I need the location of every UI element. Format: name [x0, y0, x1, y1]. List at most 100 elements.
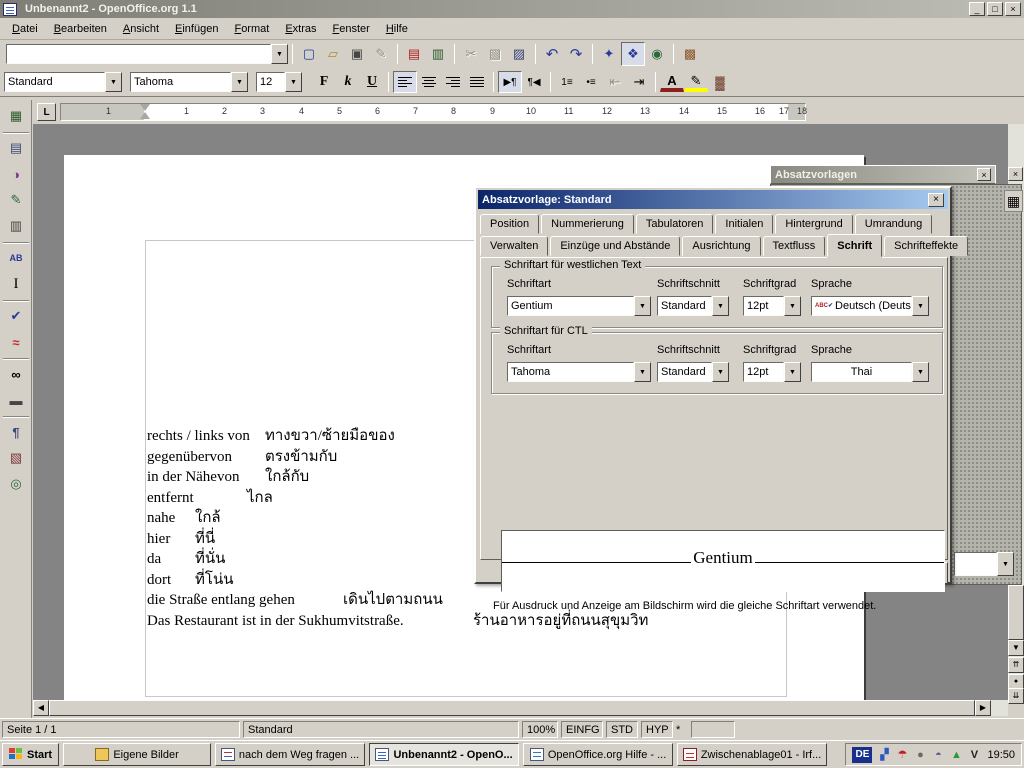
previous-page-icon[interactable]: ⇈: [1008, 657, 1024, 673]
print-icon[interactable]: ▥: [426, 42, 450, 66]
messenger-icon[interactable]: V: [966, 749, 982, 761]
tab-position[interactable]: Position: [480, 214, 539, 234]
save-icon[interactable]: ▣: [345, 42, 369, 66]
ctl-language-combobox[interactable]: Thai ▼: [811, 362, 929, 382]
graphics-toggle-icon[interactable]: ▧: [4, 446, 28, 470]
italic-icon[interactable]: k: [336, 71, 360, 93]
open-icon[interactable]: ▱: [321, 42, 345, 66]
western-language-combobox[interactable]: ABC✔ Deutsch (Deutsc ▼: [811, 296, 929, 316]
next-page-icon[interactable]: ⇊: [1008, 688, 1024, 704]
update-icon[interactable]: ▲: [948, 749, 964, 761]
menu-fenster[interactable]: Fenster: [325, 20, 378, 38]
horizontal-scrollbar[interactable]: ◀ ▶: [33, 700, 1008, 716]
menu-hilfe[interactable]: Hilfe: [378, 20, 416, 38]
insert-objects-icon[interactable]: ◑: [4, 162, 28, 186]
dropdown-icon[interactable]: ▼: [784, 296, 801, 316]
tab-initialen[interactable]: Initialen: [715, 214, 773, 234]
scroll-right-icon[interactable]: ▶: [975, 700, 991, 716]
paste-icon[interactable]: ▨: [507, 42, 531, 66]
insert-frame-icon[interactable]: ▥: [4, 214, 28, 238]
vscroll-thumb[interactable]: [1008, 585, 1024, 640]
status-zoom[interactable]: 100%: [522, 721, 558, 738]
status-selection-mode[interactable]: STD: [606, 721, 638, 738]
western-font-combobox[interactable]: Gentium ▼: [507, 296, 651, 316]
stylist-mode-icon[interactable]: ▦: [1004, 190, 1023, 212]
undo-icon[interactable]: ↶: [540, 42, 564, 66]
paragraph-style-combobox[interactable]: Standard ▼: [4, 72, 122, 92]
new-document-icon[interactable]: ▢: [297, 42, 321, 66]
taskbar-window-hilfe[interactable]: OpenOffice.org Hilfe - ...: [523, 743, 673, 766]
quickstarter-icon[interactable]: ▞: [876, 748, 892, 761]
language-indicator[interactable]: DE: [852, 747, 872, 763]
ctl-size-combobox[interactable]: 12pt ▼: [743, 362, 801, 382]
align-center-icon[interactable]: [417, 71, 441, 93]
dialog-titlebar[interactable]: Absatzvorlage: Standard ×: [478, 190, 948, 209]
find-replace-icon[interactable]: ∞: [4, 362, 28, 386]
ctl-font-combobox[interactable]: Tahoma ▼: [507, 362, 651, 382]
tab-ausrichtung[interactable]: Ausrichtung: [682, 236, 760, 256]
increase-indent-icon[interactable]: ⇥: [627, 71, 651, 93]
dropdown-icon[interactable]: ▼: [912, 296, 929, 316]
horizontal-ruler[interactable]: 1 1 2 3 4 5 6 7 8 9 10 11 12 13 14 15 16…: [60, 103, 806, 121]
tab-stop-type-button[interactable]: L: [37, 103, 56, 121]
align-left-icon[interactable]: [393, 71, 417, 93]
start-button[interactable]: Start: [2, 743, 59, 766]
close-icon[interactable]: ×: [1005, 2, 1021, 16]
align-right-icon[interactable]: [441, 71, 465, 93]
antivirus-icon[interactable]: ☂: [894, 748, 910, 761]
docked-window-close-icon[interactable]: ×: [1008, 167, 1023, 181]
direct-cursor-icon[interactable]: I: [4, 272, 28, 296]
bullet-list-icon[interactable]: •≡: [579, 71, 603, 93]
tab-textfluss[interactable]: Textfluss: [763, 236, 826, 256]
highlighting-icon[interactable]: ✎: [684, 72, 708, 92]
dropdown-icon[interactable]: ▼: [712, 296, 729, 316]
taskbar-window-eigene-bilder[interactable]: Eigene Bilder: [63, 743, 211, 766]
dropdown-icon[interactable]: ▼: [634, 362, 651, 382]
menu-ansicht[interactable]: Ansicht: [115, 20, 167, 38]
mouse-icon[interactable]: ◓: [930, 749, 946, 761]
decrease-indent-icon[interactable]: ⇤: [603, 71, 627, 93]
tab-umrandung[interactable]: Umrandung: [855, 214, 932, 234]
dropdown-icon[interactable]: ▼: [712, 362, 729, 382]
tab-schrifteffekte[interactable]: Schrifteffekte: [884, 236, 968, 256]
auto-spellcheck-icon[interactable]: ≈: [4, 330, 28, 354]
western-style-combobox[interactable]: Standard ▼: [657, 296, 729, 316]
font-size-combobox[interactable]: 12 ▼: [256, 72, 302, 92]
rtl-direction-icon[interactable]: ¶◀: [522, 71, 546, 93]
copy-icon[interactable]: ▧: [483, 42, 507, 66]
numbered-list-icon[interactable]: 1≡: [555, 71, 579, 93]
taskbar-window-zwischenablage[interactable]: Zwischenablage01 - Irf...: [677, 743, 827, 766]
size-dropdown-icon[interactable]: ▼: [285, 72, 302, 92]
tab-einzuege[interactable]: Einzüge und Abstände: [550, 236, 680, 256]
volume-icon[interactable]: ●: [912, 749, 928, 761]
stylist-titlebar[interactable]: Absatzvorlagen ×: [770, 165, 996, 184]
tab-nummerierung[interactable]: Nummerierung: [541, 214, 634, 234]
taskbar-window-weg-fragen[interactable]: nach dem Weg fragen ...: [215, 743, 365, 766]
minimize-icon[interactable]: _: [969, 2, 985, 16]
hyperlink-icon[interactable]: ◉: [645, 42, 669, 66]
style-dropdown-icon[interactable]: ▼: [105, 72, 122, 92]
dropdown-icon[interactable]: ▼: [912, 362, 929, 382]
tab-tabulatoren[interactable]: Tabulatoren: [636, 214, 714, 234]
insert-table-icon[interactable]: ▦: [4, 104, 28, 128]
gallery-icon[interactable]: ▩: [678, 42, 702, 66]
cut-icon[interactable]: ✂: [459, 42, 483, 66]
stylist-filter-combobox[interactable]: ▼: [954, 552, 1014, 576]
stylist-filter-dropdown-icon[interactable]: ▼: [997, 552, 1014, 576]
left-indent-marker[interactable]: [140, 112, 150, 119]
stylist-close-icon[interactable]: ×: [977, 168, 991, 181]
dropdown-icon[interactable]: ▼: [634, 296, 651, 316]
stylist-icon[interactable]: ❖: [621, 42, 645, 66]
export-pdf-icon[interactable]: ▤: [402, 42, 426, 66]
status-insert-mode[interactable]: EINFG: [561, 721, 603, 738]
underline-icon[interactable]: U: [360, 71, 384, 93]
status-page-style[interactable]: Standard: [243, 721, 519, 738]
edit-file-icon[interactable]: ✎: [369, 42, 393, 66]
tab-hintergrund[interactable]: Hintergrund: [775, 214, 852, 234]
ltr-direction-icon[interactable]: ▶¶: [498, 71, 522, 93]
tab-verwalten[interactable]: Verwalten: [480, 236, 548, 256]
hscroll-thumb[interactable]: [49, 700, 975, 716]
insert-fields-icon[interactable]: ▤: [4, 136, 28, 160]
paragraph-background-icon[interactable]: ▓: [708, 71, 732, 93]
tab-schrift[interactable]: Schrift: [827, 234, 882, 257]
